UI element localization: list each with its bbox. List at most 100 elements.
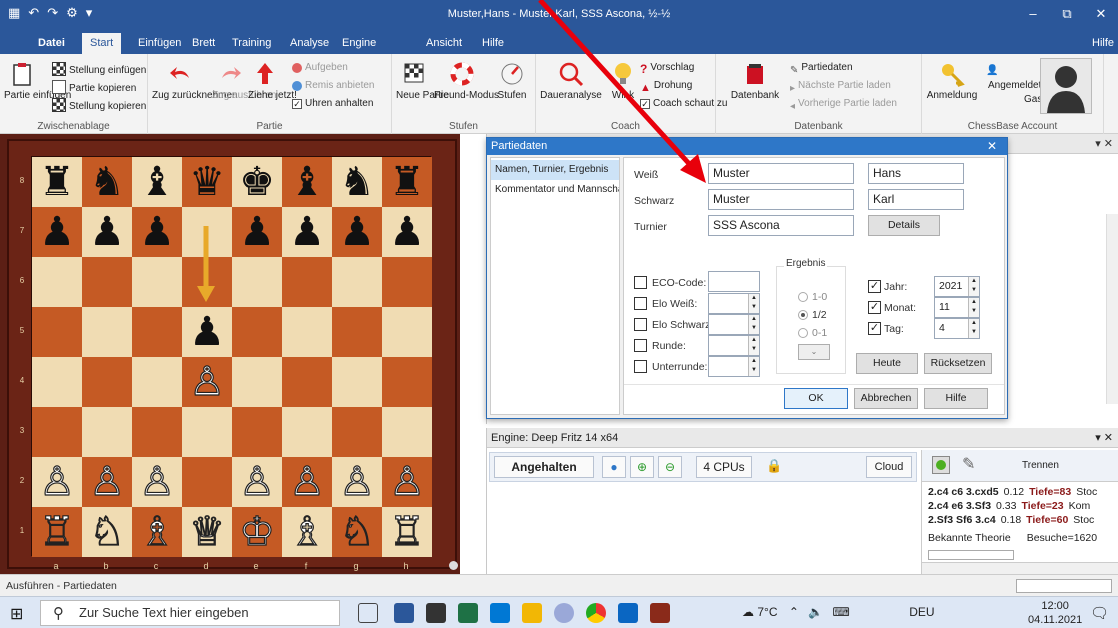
result-radio-draw[interactable] [798, 310, 808, 320]
dialog-close-icon[interactable]: ✕ [987, 138, 997, 155]
black-piece-icon[interactable]: ♜ [39, 159, 75, 205]
notation-scrollbar[interactable] [1106, 214, 1118, 404]
spinner-arrows-icon[interactable]: ▲ ▼ [748, 336, 759, 355]
square-d1[interactable]: ♕ [182, 507, 232, 557]
square-c8[interactable]: ♝ [132, 157, 182, 207]
eco-input[interactable] [708, 271, 760, 292]
day-checkbox[interactable]: ✓ [868, 322, 881, 335]
square-b5[interactable] [82, 307, 132, 357]
prev-game-button[interactable]: ◂ Vorherige Partie laden [790, 98, 897, 115]
white-first-name-input[interactable]: Hans [868, 163, 964, 184]
white-piece-icon[interactable]: ♘ [338, 508, 375, 555]
today-button[interactable]: Heute [856, 353, 918, 374]
square-f7[interactable]: ♟ [282, 207, 332, 257]
white-piece-icon[interactable]: ♙ [88, 458, 125, 505]
engine-line[interactable]: 2.Sf3 Sf6 3.c4 0.18 Tiefe=60 Stoc [928, 514, 1094, 526]
square-c3[interactable] [132, 407, 182, 457]
engine-led-icon[interactable] [932, 456, 950, 474]
take-back-button[interactable]: Zug zurücknehmen [152, 60, 238, 101]
spinner-arrows-icon[interactable]: ▲ ▼ [748, 294, 759, 313]
nav-item-annotator[interactable]: Kommentator und Mannscha... [491, 180, 619, 200]
ok-button[interactable]: OK [784, 388, 848, 409]
square-g4[interactable] [332, 357, 382, 407]
white-piece-icon[interactable]: ♙ [188, 358, 225, 405]
square-d4[interactable]: ♙ [182, 357, 232, 407]
spinner-arrows-icon[interactable]: ▲ ▼ [968, 277, 979, 296]
tournament-input[interactable]: SSS Ascona [708, 215, 854, 236]
square-c4[interactable] [132, 357, 182, 407]
zoom-out-icon[interactable]: ⊖ [658, 456, 682, 478]
network-icon[interactable]: ⌨ [833, 605, 850, 619]
square-g5[interactable] [332, 307, 382, 357]
square-d8[interactable]: ♛ [182, 157, 232, 207]
black-piece-icon[interactable]: ♟ [139, 209, 175, 255]
user-icon-button[interactable]: 👤 [986, 62, 1001, 79]
suggestion-button[interactable]: ? Vorschlag [640, 62, 694, 76]
white-piece-icon[interactable]: ♙ [388, 458, 425, 505]
white-piece-icon[interactable]: ♕ [188, 508, 225, 555]
white-piece-icon[interactable]: ♙ [38, 458, 75, 505]
square-b1[interactable]: ♘ [82, 507, 132, 557]
square-d3[interactable] [182, 407, 232, 457]
black-piece-icon[interactable]: ♟ [89, 209, 125, 255]
square-f3[interactable] [282, 407, 332, 457]
square-a7[interactable]: ♟ [32, 207, 82, 257]
square-f2[interactable]: ♙ [282, 457, 332, 507]
square-d7[interactable] [182, 207, 232, 257]
friend-mode-button[interactable]: Freund-Modus [434, 60, 499, 101]
cloud-button[interactable]: Cloud [866, 456, 912, 478]
white-piece-icon[interactable]: ♙ [138, 458, 175, 505]
black-piece-icon[interactable]: ♝ [289, 159, 325, 205]
black-last-name-input[interactable]: Muster [708, 189, 854, 210]
zoom-in-icon[interactable]: ⊕ [630, 456, 654, 478]
square-f6[interactable] [282, 257, 332, 307]
square-e4[interactable] [232, 357, 282, 407]
engine-status-button[interactable]: Angehalten [494, 456, 594, 478]
result-radio-black-wins[interactable] [798, 328, 808, 338]
square-g6[interactable] [332, 257, 382, 307]
elo-black-checkbox[interactable] [634, 318, 647, 331]
paste-game-button[interactable]: Partie einfügen [4, 60, 71, 101]
square-f5[interactable] [282, 307, 332, 357]
infinite-analysis-button[interactable]: Daueranalyse [540, 60, 602, 101]
square-a5[interactable] [32, 307, 82, 357]
white-piece-icon[interactable]: ♗ [138, 508, 175, 555]
nav-item-names[interactable]: Namen, Turnier, Ergebnis [491, 160, 619, 180]
day-spinner[interactable]: 4 ▲ ▼ [934, 318, 980, 339]
square-h5[interactable] [382, 307, 432, 357]
threat-button[interactable]: ▲ Drohung [640, 80, 692, 96]
square-d2[interactable] [182, 457, 232, 507]
move-now-button[interactable]: Ziehe jetzt! [248, 60, 297, 101]
black-piece-icon[interactable]: ♞ [89, 159, 125, 205]
subround-spinner[interactable]: ▲ ▼ [708, 356, 760, 377]
store-icon[interactable] [426, 603, 446, 623]
coach-watches-checkbox[interactable]: ✓ Coach schaut zu [640, 98, 728, 109]
square-b3[interactable] [82, 407, 132, 457]
start-engine-icon[interactable]: ● [602, 456, 626, 478]
month-checkbox[interactable]: ✓ [868, 301, 881, 314]
square-b8[interactable]: ♞ [82, 157, 132, 207]
square-d5[interactable]: ♟ [182, 307, 232, 357]
details-button[interactable]: Details [868, 215, 940, 236]
black-piece-icon[interactable]: ♚ [239, 159, 275, 205]
notification-icon[interactable]: 🗨 [1090, 604, 1109, 622]
black-piece-icon[interactable]: ♟ [289, 209, 325, 255]
fritz-icon[interactable] [618, 603, 638, 623]
white-piece-icon[interactable]: ♖ [388, 508, 425, 555]
tab-training[interactable]: Training [224, 33, 279, 54]
tab-analysis[interactable]: Analyse [282, 33, 337, 54]
black-piece-icon[interactable]: ♜ [389, 159, 425, 205]
login-button[interactable]: Anmeldung [926, 60, 978, 101]
square-a6[interactable] [32, 257, 82, 307]
square-g7[interactable]: ♟ [332, 207, 382, 257]
black-piece-icon[interactable]: ♝ [139, 159, 175, 205]
app-icon-generic[interactable] [554, 603, 574, 623]
cpus-button[interactable]: 4 CPUs [696, 456, 752, 478]
square-h2[interactable]: ♙ [382, 457, 432, 507]
square-f1[interactable]: ♗ [282, 507, 332, 557]
round-spinner[interactable]: ▲ ▼ [708, 335, 760, 356]
reset-button[interactable]: Rücksetzen [924, 353, 992, 374]
square-e5[interactable] [232, 307, 282, 357]
black-piece-icon[interactable]: ♟ [239, 209, 275, 255]
square-e1[interactable]: ♔ [232, 507, 282, 557]
